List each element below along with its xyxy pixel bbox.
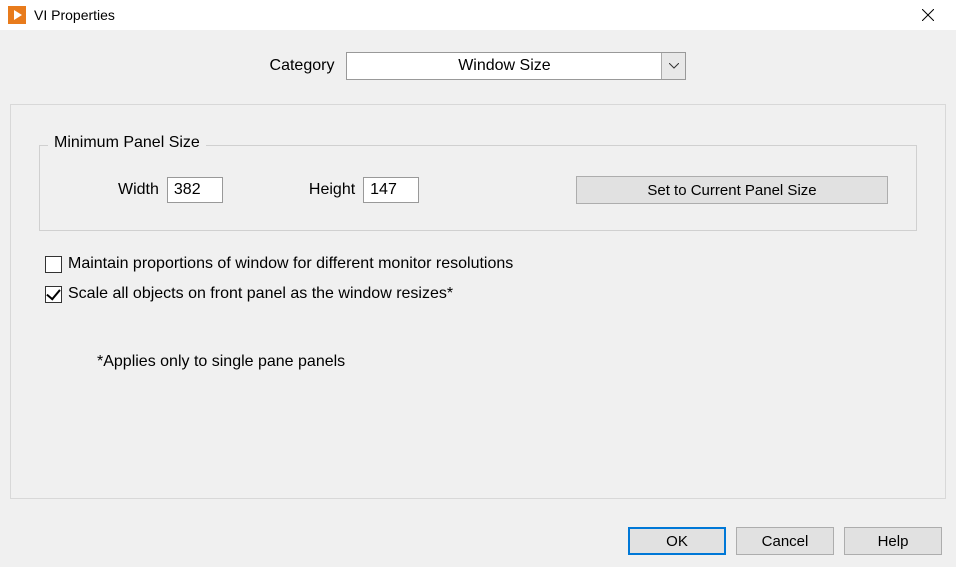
set-current-panel-size-button[interactable]: Set to Current Panel Size [576, 176, 888, 204]
height-label: Height [309, 181, 355, 199]
content-area: Category Window Size Minimum Panel Size … [0, 30, 956, 567]
groupbox-legend: Minimum Panel Size [48, 134, 206, 152]
help-button[interactable]: Help [844, 527, 942, 555]
window-title: VI Properties [34, 7, 908, 23]
height-input[interactable] [363, 177, 419, 203]
width-label: Width [118, 181, 159, 199]
app-icon [8, 6, 26, 24]
close-icon [922, 9, 934, 21]
button-row: OK Cancel Help [628, 527, 942, 555]
category-select[interactable]: Window Size [346, 52, 686, 80]
minimum-panel-size-group: Minimum Panel Size Width Height Set to C… [39, 145, 917, 231]
scale-objects-label: Scale all objects on front panel as the … [68, 285, 453, 303]
maintain-proportions-label: Maintain proportions of window for diffe… [68, 255, 513, 273]
close-button[interactable] [908, 1, 948, 29]
width-input[interactable] [167, 177, 223, 203]
scale-objects-row: Scale all objects on front panel as the … [45, 285, 917, 303]
category-select-value: Window Size [347, 57, 661, 75]
cancel-button[interactable]: Cancel [736, 527, 834, 555]
main-panel: Minimum Panel Size Width Height Set to C… [10, 104, 946, 499]
titlebar: VI Properties [0, 0, 956, 30]
category-row: Category Window Size [0, 30, 956, 94]
maintain-proportions-row: Maintain proportions of window for diffe… [45, 255, 917, 273]
ok-button[interactable]: OK [628, 527, 726, 555]
scale-objects-checkbox[interactable] [45, 286, 62, 303]
category-label: Category [270, 57, 335, 75]
maintain-proportions-checkbox[interactable] [45, 256, 62, 273]
note-text: *Applies only to single pane panels [97, 353, 917, 371]
size-row: Width Height Set to Current Panel Size [68, 176, 888, 204]
chevron-down-icon [661, 53, 685, 79]
